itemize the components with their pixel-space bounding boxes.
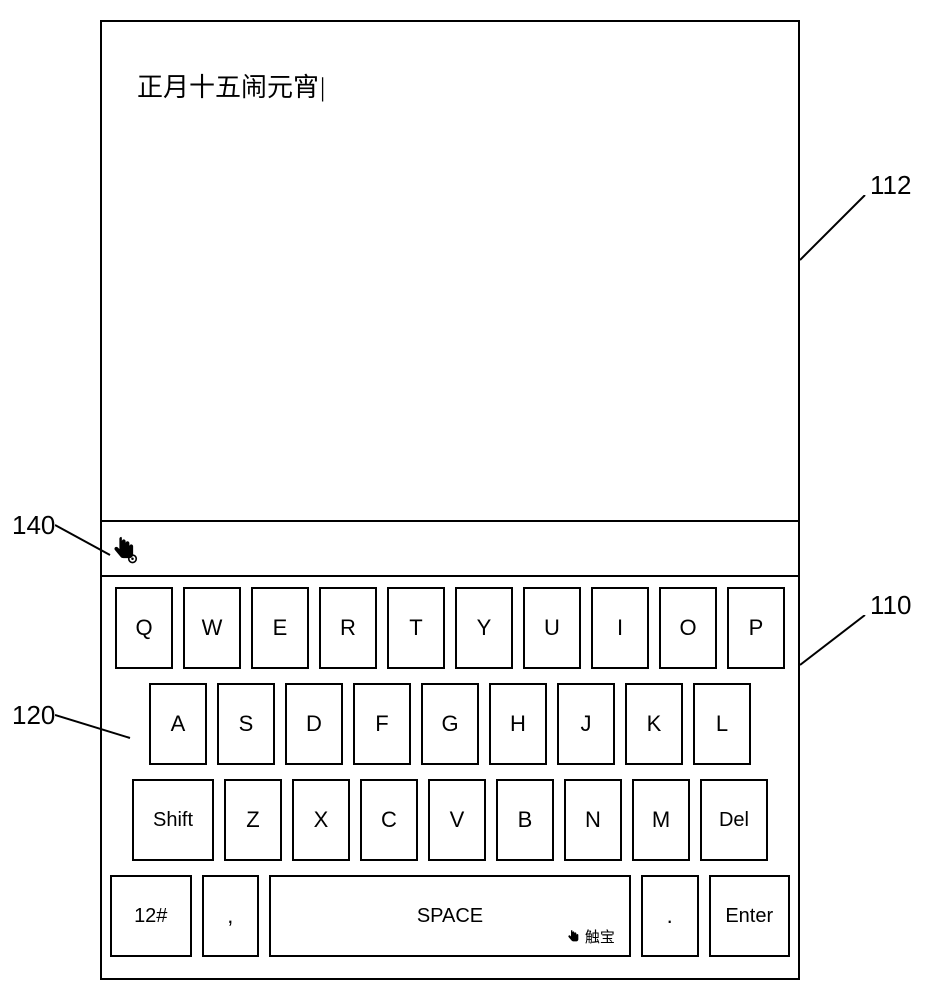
- key-s[interactable]: S: [217, 683, 275, 765]
- callout-140: 140: [12, 510, 55, 541]
- callout-110: 110: [870, 590, 911, 621]
- keyboard-row-2: A S D F G H J K L: [110, 683, 790, 765]
- key-b[interactable]: B: [496, 779, 554, 861]
- keyboard: Q W E R T Y U I O P A S D F G H J K L Sh…: [102, 577, 798, 967]
- key-w[interactable]: W: [183, 587, 241, 669]
- key-j[interactable]: J: [557, 683, 615, 765]
- key-shift[interactable]: Shift: [132, 779, 214, 861]
- key-z[interactable]: Z: [224, 779, 282, 861]
- key-o[interactable]: O: [659, 587, 717, 669]
- key-h[interactable]: H: [489, 683, 547, 765]
- keyboard-row-1: Q W E R T Y U I O P: [110, 587, 790, 669]
- key-del[interactable]: Del: [700, 779, 768, 861]
- callout-112: 112: [870, 170, 911, 201]
- leader-112: [800, 195, 875, 265]
- device-frame: 正月十五闹元宵 Q W E R T Y U I O P A S D F: [100, 20, 800, 980]
- space-brand-text: 触宝: [585, 926, 615, 947]
- touchpal-small-icon: [566, 929, 582, 945]
- key-m[interactable]: M: [632, 779, 690, 861]
- key-comma[interactable]: ,: [202, 875, 260, 957]
- key-d[interactable]: D: [285, 683, 343, 765]
- keyboard-row-4: 12# , SPACE 触宝 . Enter: [110, 875, 790, 957]
- key-e[interactable]: E: [251, 587, 309, 669]
- key-p[interactable]: P: [727, 587, 785, 669]
- key-dot[interactable]: .: [641, 875, 699, 957]
- key-n[interactable]: N: [564, 779, 622, 861]
- key-i[interactable]: I: [591, 587, 649, 669]
- space-brand: 触宝: [566, 926, 615, 947]
- callout-120: 120: [12, 700, 55, 731]
- leader-110: [800, 615, 875, 670]
- key-x[interactable]: X: [292, 779, 350, 861]
- key-g[interactable]: G: [421, 683, 479, 765]
- typed-text: 正月十五闹元宵: [137, 73, 325, 102]
- key-c[interactable]: C: [360, 779, 418, 861]
- key-u[interactable]: U: [523, 587, 581, 669]
- key-y[interactable]: Y: [455, 587, 513, 669]
- key-enter[interactable]: Enter: [709, 875, 791, 957]
- key-q[interactable]: Q: [115, 587, 173, 669]
- space-label: SPACE: [417, 905, 483, 928]
- key-t[interactable]: T: [387, 587, 445, 669]
- key-f[interactable]: F: [353, 683, 411, 765]
- key-l[interactable]: L: [693, 683, 751, 765]
- key-space[interactable]: SPACE 触宝: [269, 875, 631, 957]
- key-numsym[interactable]: 12#: [110, 875, 192, 957]
- key-a[interactable]: A: [149, 683, 207, 765]
- keyboard-row-3: Shift Z X C V B N M Del: [110, 779, 790, 861]
- text-input-area[interactable]: 正月十五闹元宵: [102, 22, 798, 522]
- touchpal-logo-icon[interactable]: [110, 532, 140, 565]
- key-k[interactable]: K: [625, 683, 683, 765]
- key-r[interactable]: R: [319, 587, 377, 669]
- suggestion-bar: [102, 522, 798, 577]
- key-v[interactable]: V: [428, 779, 486, 861]
